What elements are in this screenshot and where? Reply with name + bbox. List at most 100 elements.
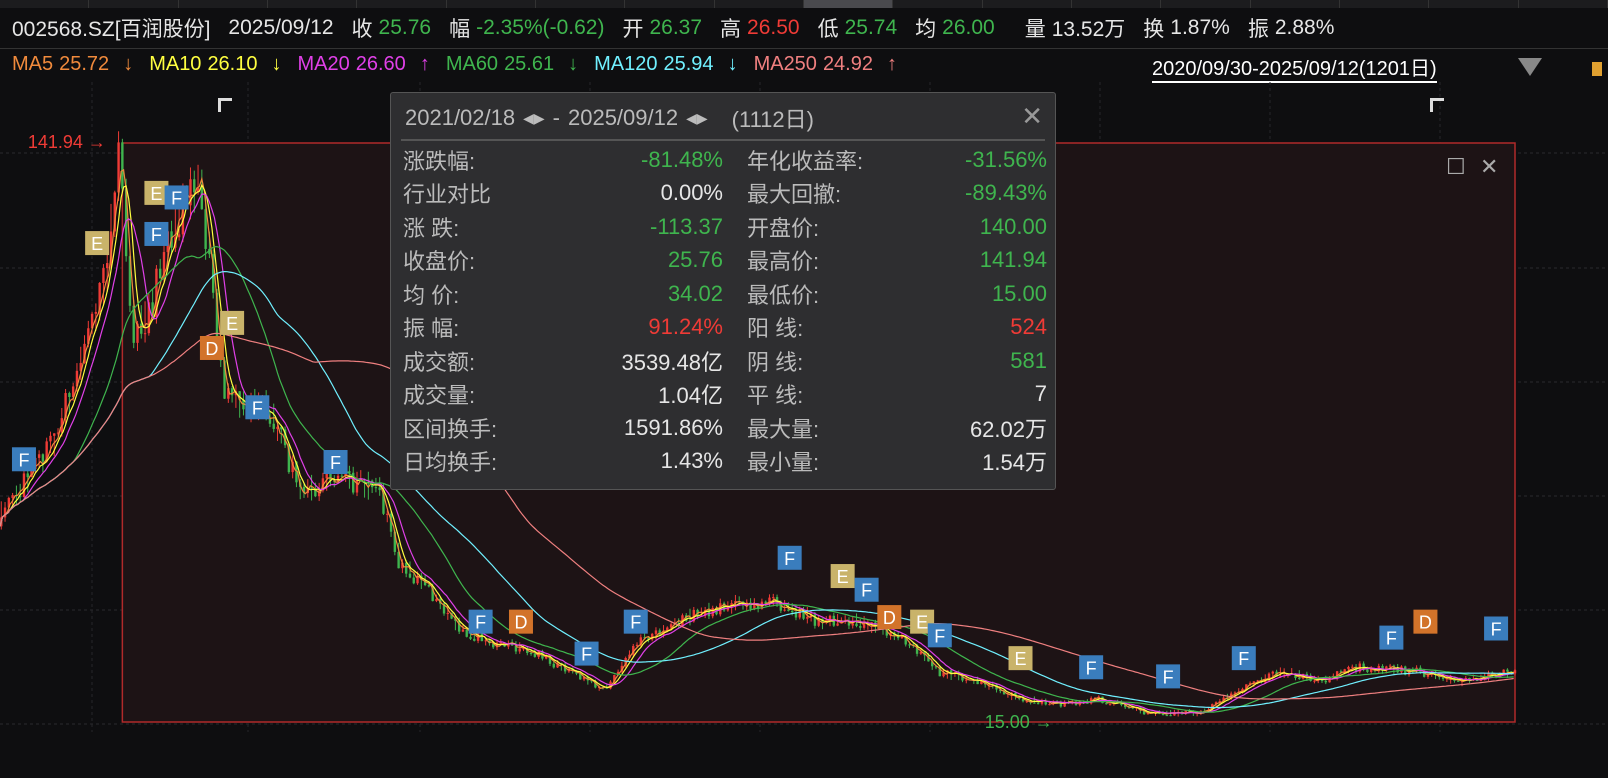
dropdown-triangle-icon[interactable] [1518, 58, 1542, 76]
tab[interactable] [1340, 0, 1430, 8]
candle-body [753, 604, 756, 609]
event-marker-label: F [934, 626, 945, 646]
candle-body [552, 663, 555, 668]
quote-date: 2025/09/12 [228, 16, 334, 39]
stat-label: 成交量: [403, 383, 476, 409]
stat-label: 涨 跌: [403, 215, 460, 241]
candle-body [473, 638, 476, 641]
candle-body [193, 179, 196, 193]
tab[interactable] [1429, 0, 1519, 8]
tab[interactable] [625, 0, 715, 8]
tab-active[interactable] [803, 0, 894, 8]
tab[interactable] [357, 0, 447, 8]
event-marker-label: F [784, 549, 795, 569]
tab[interactable] [1072, 0, 1162, 8]
stat-label: 行业对比 [403, 182, 492, 208]
close-icon[interactable]: ✕ [1021, 101, 1043, 132]
candle-body [654, 630, 658, 634]
tab[interactable] [983, 0, 1072, 8]
candle-body [1165, 715, 1169, 717]
candle-body [140, 323, 143, 334]
candle-body [790, 610, 794, 613]
candle-body [272, 423, 275, 429]
range-end-bracket-icon[interactable] [1430, 98, 1444, 112]
candle-body [94, 311, 98, 314]
tab[interactable] [893, 0, 983, 8]
event-marker-label: F [630, 613, 641, 633]
tab[interactable] [536, 0, 626, 8]
volume-label: 量 [1024, 18, 1046, 41]
candle-body [1108, 704, 1112, 706]
stat-value: -31.56% [965, 146, 1047, 172]
stat-label: 日均换手: [403, 450, 498, 476]
tab[interactable] [1251, 0, 1340, 8]
event-marker-label: F [1491, 619, 1502, 639]
candle-body [427, 585, 431, 587]
event-marker-label: E [150, 184, 162, 204]
low-label: 低 [817, 18, 839, 41]
stat-row: 成交额: 3539.48亿阴 线: 581 [403, 344, 1047, 378]
max-price-label: 141.94 → [28, 132, 106, 152]
stat-row: 均 价: 34.02 最低价: 15.00 [403, 277, 1047, 311]
candle-body [412, 577, 415, 584]
event-marker-label: D [1419, 613, 1432, 633]
turnover-value: 1.87% [1170, 16, 1230, 39]
candle-body [787, 609, 790, 611]
tab[interactable] [268, 0, 358, 8]
stat-label: 最小量: [747, 450, 820, 476]
amplitude-label: 振 [1247, 18, 1269, 41]
ma-arrow: ↓ [568, 53, 579, 75]
candle-body [1324, 680, 1327, 683]
close-selection-icon[interactable]: ✕ [1480, 154, 1498, 180]
interval-days: (1112日) [731, 107, 814, 132]
event-marker-label: E [1015, 649, 1027, 669]
avg-value: 26.00 [942, 16, 995, 39]
min-price-label: 15.00 → [985, 712, 1053, 732]
candle-body [404, 562, 408, 574]
tab[interactable] [179, 0, 268, 8]
date-separator: - [552, 105, 560, 130]
candle-body [529, 653, 533, 655]
candle-body [1086, 702, 1089, 704]
event-marker-label: E [916, 613, 928, 633]
stat-row: 区间换手: 1591.86% 最大量: 62.02万 [403, 411, 1047, 445]
event-marker-label: F [151, 225, 162, 245]
date-range-selector[interactable]: 2020/09/30-2025/09/12(1201日) [1152, 52, 1437, 83]
tab[interactable] [0, 0, 90, 8]
tab[interactable] [715, 0, 804, 8]
stat-value: 1.43% [660, 448, 723, 474]
stat-label: 均 价: [403, 282, 460, 308]
maximize-icon[interactable]: ☐ [1446, 154, 1466, 180]
stat-value: 25.76 [667, 247, 723, 273]
candle-body [106, 263, 109, 269]
candle-body [851, 623, 854, 626]
event-marker-label: E [91, 234, 103, 254]
stat-label: 开盘价: [747, 215, 820, 241]
candle-body [37, 454, 41, 458]
candle-body [461, 629, 465, 632]
stat-label: 振 幅: [403, 316, 460, 342]
event-marker-label: F [1086, 658, 1097, 678]
stat-row: 涨跌幅: -81.48% 年化收益率: -31.56% [403, 143, 1047, 177]
stat-label: 平 线: [747, 383, 804, 409]
candle-body [976, 680, 979, 685]
stat-value: 1.54万 [982, 450, 1047, 476]
candle-body [1169, 715, 1172, 717]
candle-body [26, 473, 29, 478]
candle-body [798, 609, 801, 618]
tab[interactable] [1519, 0, 1608, 8]
tab[interactable] [447, 0, 536, 8]
start-date-stepper-icon[interactable]: ◀▶ [523, 110, 545, 127]
stat-value: 91.24% [648, 314, 723, 340]
candle-body [1298, 677, 1301, 679]
tab[interactable] [1161, 0, 1251, 8]
ma-label: MA60 [445, 53, 499, 75]
candle-body [772, 597, 775, 599]
range-start-bracket-icon[interactable] [218, 98, 232, 112]
interval-start-date: 2021/02/18 [405, 105, 516, 130]
end-date-stepper-icon[interactable]: ◀▶ [686, 110, 708, 127]
tab[interactable] [89, 0, 179, 8]
stat-label: 最高价: [747, 249, 820, 275]
candle-body [408, 573, 412, 578]
quote-info-bar: 002568.SZ[百润股份] 2025/09/12 收 25.76 幅 -2.35… [0, 10, 1608, 46]
